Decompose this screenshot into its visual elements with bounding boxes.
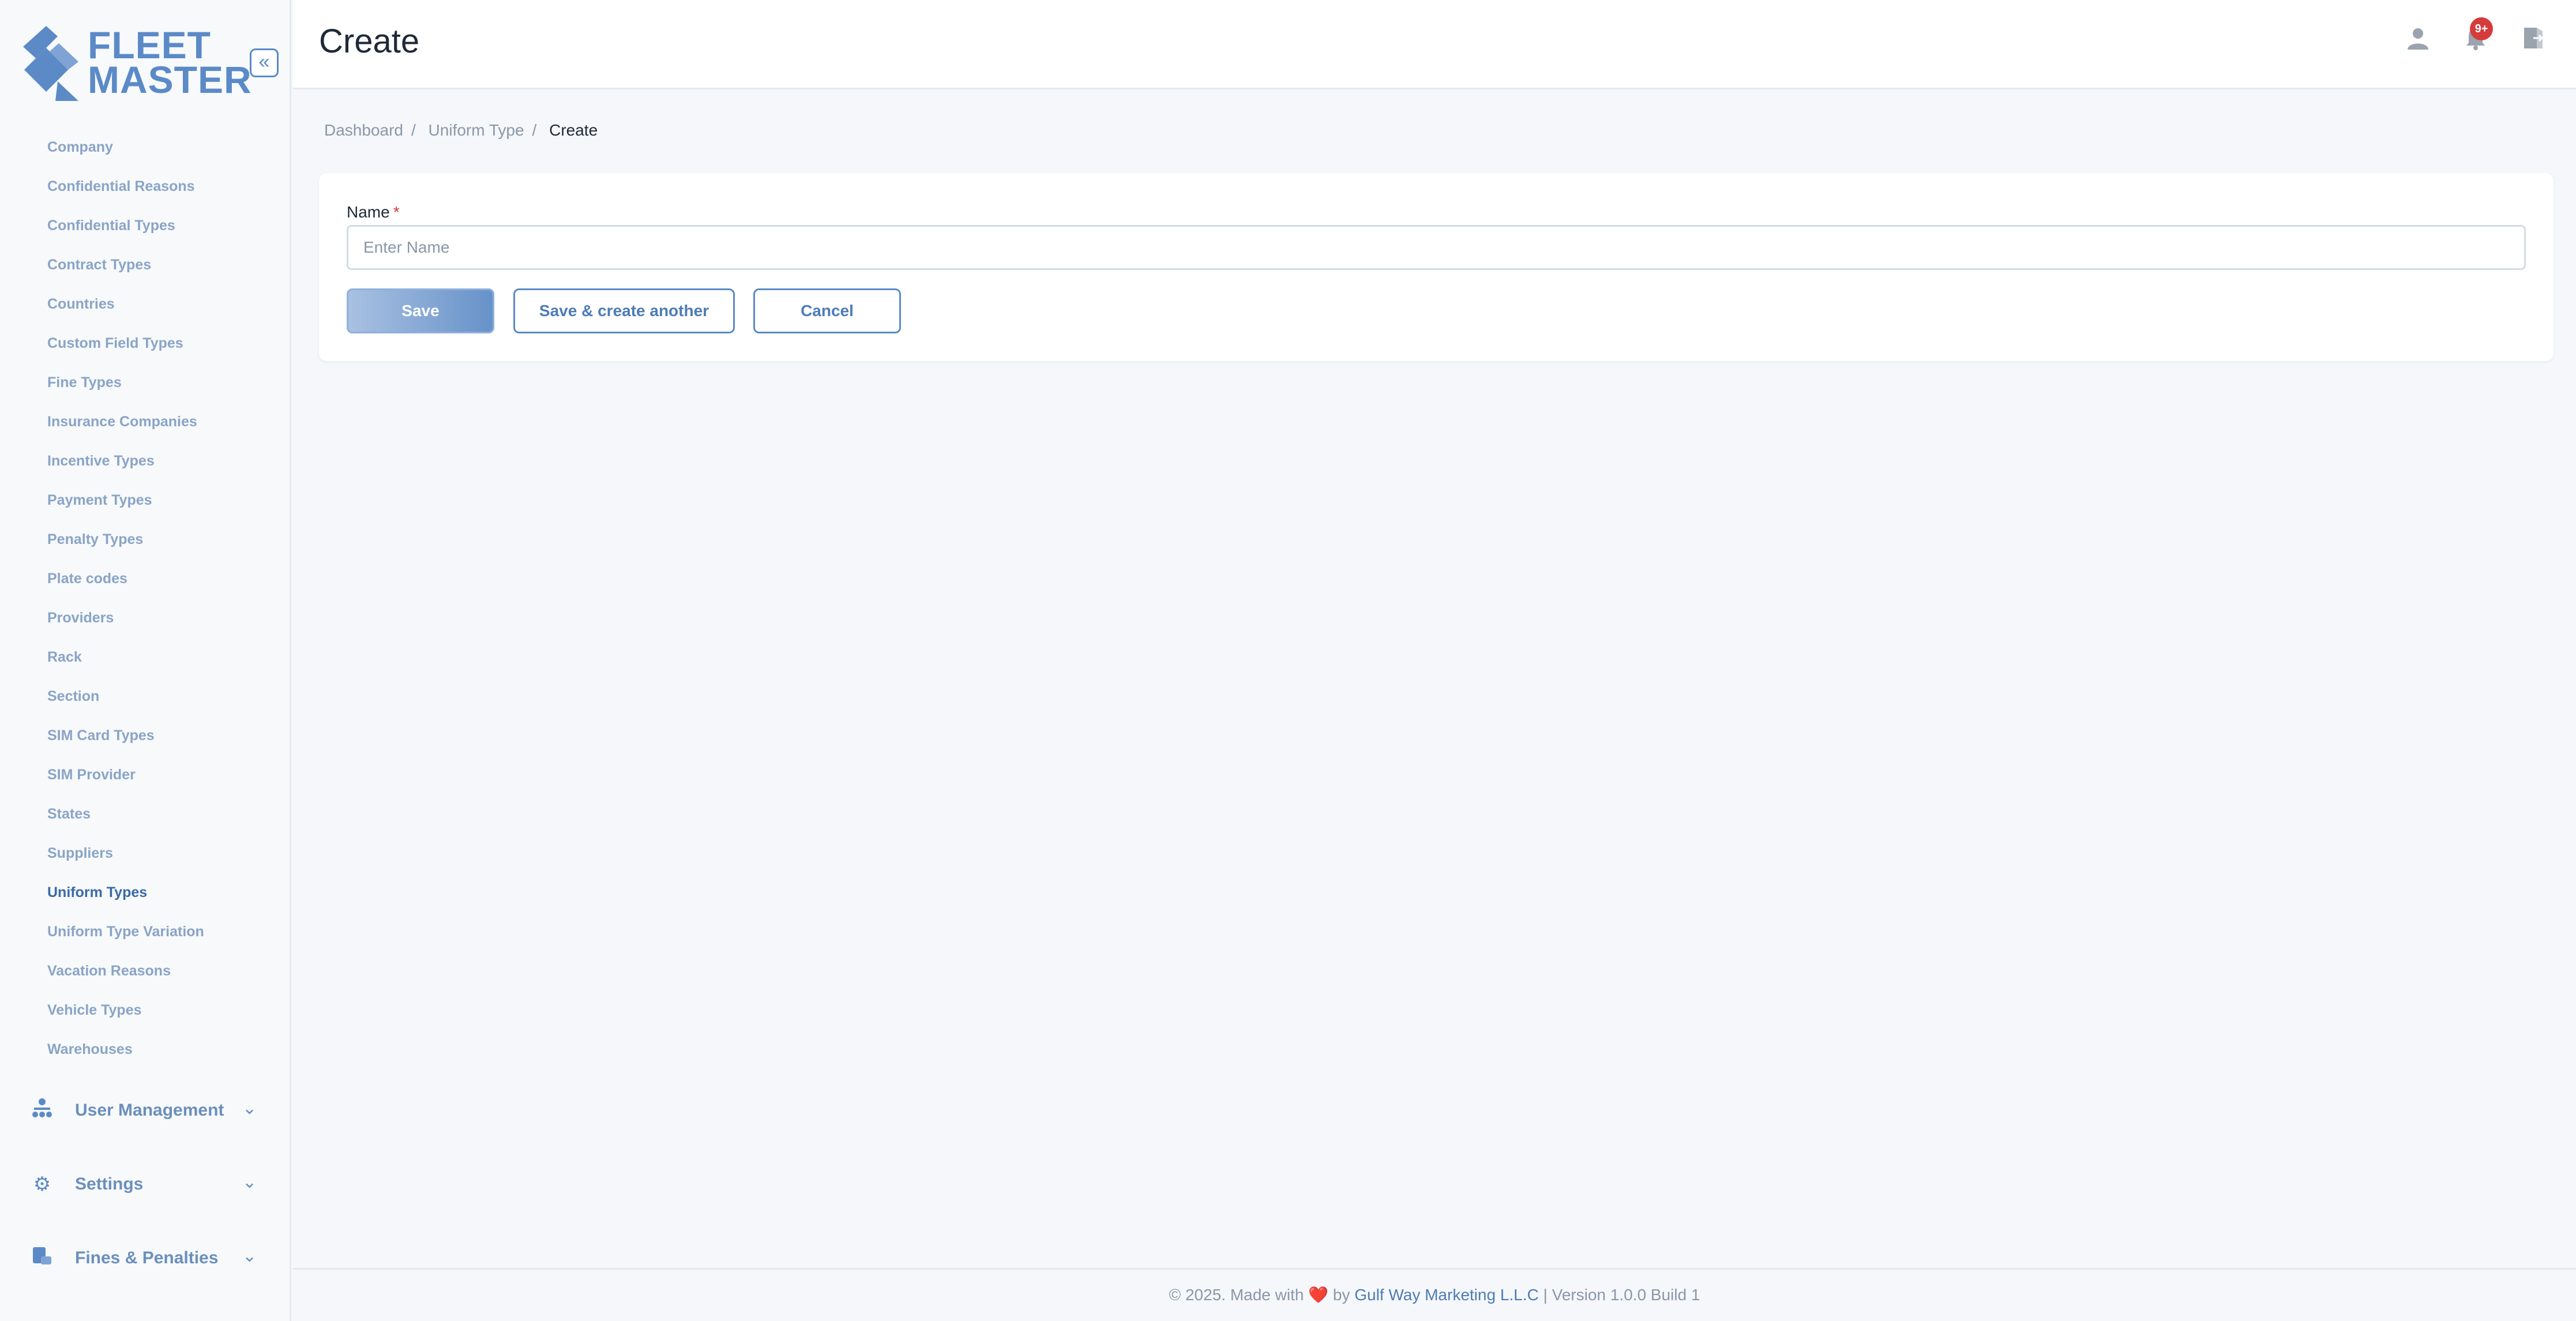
sidebar-item-incentive-types[interactable]: Incentive Types bbox=[0, 445, 290, 485]
sidebar-item-vacation-reasons[interactable]: Vacation Reasons bbox=[0, 955, 290, 994]
collapse-sidebar-button[interactable]: « bbox=[250, 48, 279, 77]
footer-prefix: © 2025. Made with bbox=[1169, 1286, 1304, 1304]
required-mark: * bbox=[393, 203, 400, 221]
logo[interactable]: FLEET MASTER bbox=[23, 23, 251, 104]
breadcrumb-separator: / bbox=[532, 121, 537, 139]
notification-badge: 9+ bbox=[2470, 17, 2493, 40]
sidebar-group-label: Fines & Penalties bbox=[75, 1248, 219, 1267]
sidebar-item-confidential-types[interactable]: Confidential Types bbox=[0, 210, 290, 249]
cancel-button[interactable]: Cancel bbox=[753, 288, 901, 333]
sidebar-item-confidential-reasons[interactable]: Confidential Reasons bbox=[0, 171, 290, 210]
sidebar-group-settings[interactable]: ⚙ Settings ⌄ bbox=[0, 1158, 290, 1210]
sidebar-item-plate-codes[interactable]: Plate codes bbox=[0, 563, 290, 602]
sidebar-menu: Company Confidential Reasons Confidential … bbox=[0, 132, 290, 1073]
breadcrumb: Dashboard / Uniform Type / Create bbox=[324, 121, 606, 140]
footer-by: by bbox=[1332, 1286, 1350, 1304]
name-input[interactable] bbox=[347, 225, 2526, 270]
heart-icon: ❤️ bbox=[1308, 1286, 1329, 1304]
logo-text: FLEET MASTER bbox=[88, 24, 252, 101]
sidebar-item-contract-types[interactable]: Contract Types bbox=[0, 249, 290, 288]
breadcrumb-uniform-type[interactable]: Uniform Type bbox=[429, 121, 524, 139]
sidebar-item-fine-types[interactable]: Fine Types bbox=[0, 367, 290, 406]
user-profile-icon[interactable] bbox=[2402, 25, 2434, 58]
sidebar-item-penalty-types[interactable]: Penalty Types bbox=[0, 524, 290, 563]
chevron-down-icon: ⌄ bbox=[242, 1247, 257, 1266]
name-field-label: Name * bbox=[347, 203, 400, 221]
footer-version: | Version 1.0.0 Build 1 bbox=[1543, 1286, 1700, 1304]
logout-icon[interactable] bbox=[2517, 25, 2549, 58]
sidebar-item-vehicle-types[interactable]: Vehicle Types bbox=[0, 994, 290, 1034]
chevron-down-icon: ⌄ bbox=[242, 1173, 257, 1192]
company-link[interactable]: Gulf Way Marketing L.L.C bbox=[1354, 1286, 1539, 1304]
fines-icon bbox=[29, 1245, 55, 1271]
sidebar-item-providers[interactable]: Providers bbox=[0, 602, 290, 641]
sidebar-item-payment-types[interactable]: Payment Types bbox=[0, 485, 290, 524]
breadcrumb-dashboard[interactable]: Dashboard bbox=[324, 121, 403, 139]
fleet-master-logo-icon bbox=[23, 26, 78, 101]
sidebar-item-sim-provider[interactable]: SIM Provider bbox=[0, 759, 290, 798]
sidebar-item-warehouses[interactable]: Warehouses bbox=[0, 1034, 290, 1073]
sidebar: FLEET MASTER « Company Confidential Reaso… bbox=[0, 0, 291, 1321]
sidebar-item-rack[interactable]: Rack bbox=[0, 641, 290, 681]
sidebar-item-company[interactable]: Company bbox=[0, 132, 290, 171]
sidebar-item-uniform-types[interactable]: Uniform Types bbox=[0, 877, 290, 916]
sidebar-group-user-management[interactable]: User Management ⌄ bbox=[0, 1084, 290, 1136]
footer: © 2025. Made with ❤️ by Gulf Way Marketi… bbox=[293, 1268, 2576, 1321]
save-and-create-another-button[interactable]: Save & create another bbox=[513, 288, 735, 333]
sidebar-group-label: User Management bbox=[75, 1101, 224, 1120]
gear-icon: ⚙ bbox=[33, 1173, 51, 1195]
top-header: Create bbox=[293, 0, 2576, 89]
sidebar-item-section[interactable]: Section bbox=[0, 681, 290, 720]
breadcrumb-current: Create bbox=[549, 121, 598, 139]
sidebar-item-suppliers[interactable]: Suppliers bbox=[0, 838, 290, 877]
breadcrumb-separator: / bbox=[411, 121, 416, 139]
sidebar-item-insurance-companies[interactable]: Insurance Companies bbox=[0, 406, 290, 445]
sidebar-item-uniform-type-variation[interactable]: Uniform Type Variation bbox=[0, 916, 290, 955]
sidebar-item-sim-card-types[interactable]: SIM Card Types bbox=[0, 720, 290, 759]
sidebar-item-states[interactable]: States bbox=[0, 798, 290, 838]
sidebar-item-custom-field-types[interactable]: Custom Field Types bbox=[0, 328, 290, 367]
sidebar-group-label: Settings bbox=[75, 1174, 144, 1194]
users-tree-icon bbox=[29, 1097, 55, 1124]
create-form-card: Name* Save Save & create another Cancel bbox=[319, 173, 2554, 361]
page-title: Create bbox=[319, 22, 420, 60]
sidebar-group-fines-penalties[interactable]: Fines & Penalties ⌄ bbox=[0, 1232, 290, 1284]
save-button[interactable]: Save bbox=[347, 288, 494, 333]
sidebar-item-countries[interactable]: Countries bbox=[0, 288, 290, 328]
chevron-down-icon: ⌄ bbox=[242, 1099, 257, 1118]
